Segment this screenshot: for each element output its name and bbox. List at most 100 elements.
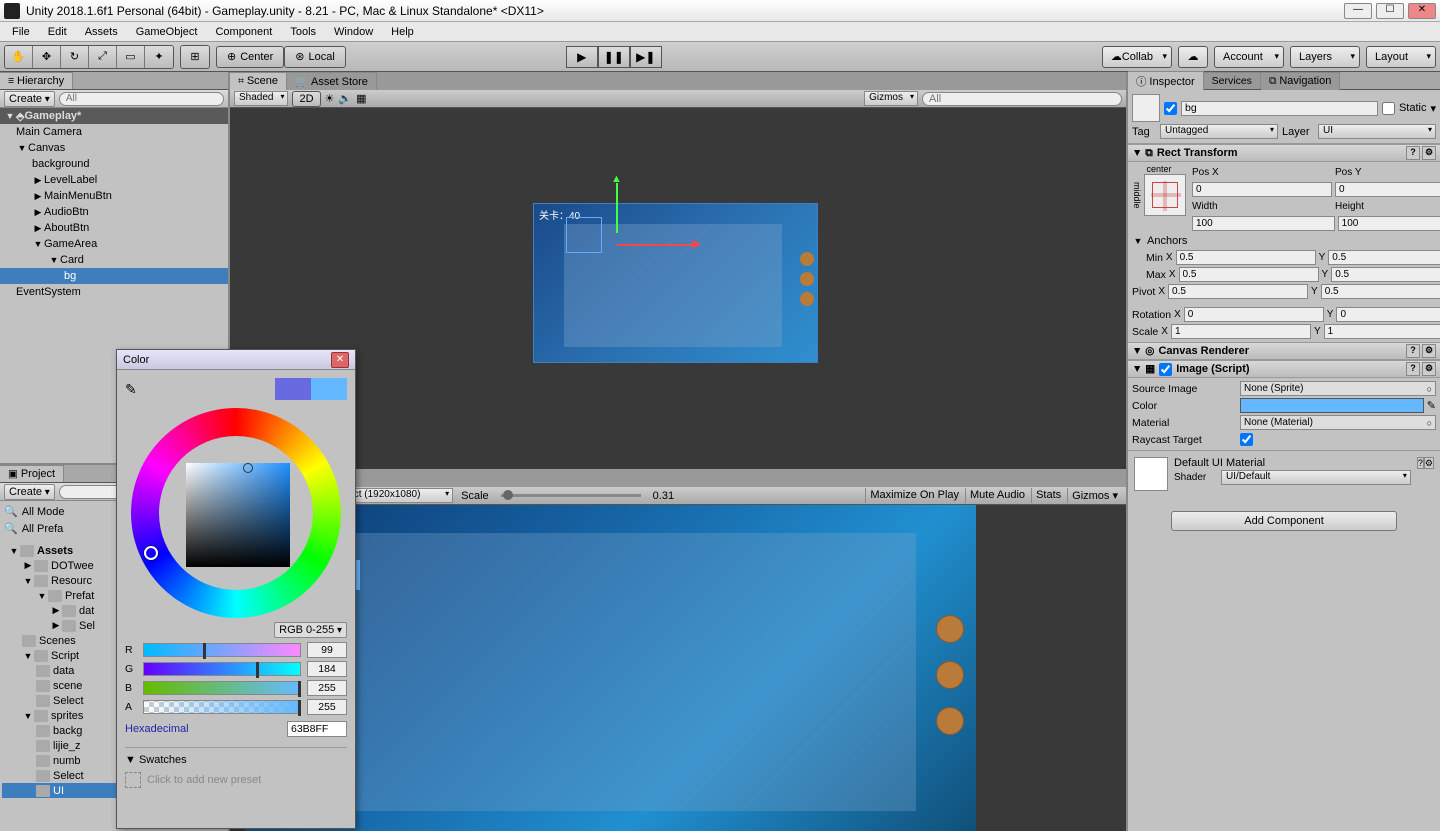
- tag-dropdown[interactable]: Untagged: [1160, 124, 1278, 139]
- minimize-button[interactable]: —: [1344, 3, 1372, 19]
- a-value[interactable]: [307, 699, 347, 715]
- r-slider[interactable]: [143, 643, 301, 657]
- light-icon[interactable]: ☀: [325, 92, 335, 105]
- color-picker-close[interactable]: ✕: [331, 352, 349, 368]
- rotate-tool[interactable]: ↻: [61, 46, 89, 68]
- height-field[interactable]: [1338, 216, 1440, 231]
- anchor-preset[interactable]: [1144, 174, 1186, 216]
- collab-dropdown[interactable]: ☁Collab: [1102, 46, 1172, 68]
- menu-file[interactable]: File: [6, 24, 36, 40]
- snap-tool[interactable]: ⊞: [181, 46, 209, 68]
- g-value[interactable]: [307, 661, 347, 677]
- hue-cursor[interactable]: [144, 546, 158, 560]
- mute-toggle[interactable]: Mute Audio: [965, 488, 1029, 503]
- hierarchy-search[interactable]: [59, 92, 224, 106]
- anchor-min-y[interactable]: [1328, 250, 1440, 265]
- audio-icon[interactable]: 🔊: [338, 92, 352, 105]
- scene-tab[interactable]: ⌗ Scene: [230, 72, 287, 90]
- layers-dropdown[interactable]: Layers: [1290, 46, 1360, 68]
- menu-component[interactable]: Component: [209, 24, 278, 40]
- inspector-tab[interactable]: ⓘ Inspector: [1128, 71, 1204, 91]
- scale-x[interactable]: [1171, 324, 1311, 339]
- help-icon[interactable]: ?: [1417, 457, 1424, 469]
- rotation-mode[interactable]: ⊛Local: [284, 46, 346, 68]
- x-axis-gizmo[interactable]: [617, 244, 693, 246]
- sv-cursor[interactable]: [243, 463, 253, 473]
- eyedropper-icon[interactable]: ✎: [1427, 399, 1436, 412]
- source-image-field[interactable]: None (Sprite): [1240, 381, 1436, 396]
- menu-tools[interactable]: Tools: [284, 24, 322, 40]
- menu-help[interactable]: Help: [385, 24, 420, 40]
- menu-gameobject[interactable]: GameObject: [130, 24, 204, 40]
- gear-icon[interactable]: ⚙: [1422, 362, 1436, 376]
- anchor-max-x[interactable]: [1179, 267, 1319, 282]
- hierarchy-item[interactable]: ▼Card: [0, 252, 228, 268]
- account-dropdown[interactable]: Account: [1214, 46, 1284, 68]
- posy-field[interactable]: [1335, 182, 1440, 197]
- asset-store-tab[interactable]: 🛒 Asset Store: [287, 72, 377, 90]
- pivot-mode[interactable]: ⊕Center: [216, 46, 284, 68]
- hierarchy-item[interactable]: EventSystem: [0, 284, 228, 300]
- add-component-button[interactable]: Add Component: [1171, 511, 1397, 531]
- hand-tool[interactable]: ✋: [5, 46, 33, 68]
- menu-assets[interactable]: Assets: [79, 24, 124, 40]
- maximize-button[interactable]: ☐: [1376, 3, 1404, 19]
- hierarchy-item-selected[interactable]: bg: [0, 268, 228, 284]
- rect-tool[interactable]: ▭: [117, 46, 145, 68]
- menu-edit[interactable]: Edit: [42, 24, 73, 40]
- scale-y[interactable]: [1324, 324, 1440, 339]
- layer-dropdown[interactable]: UI: [1318, 124, 1436, 139]
- pause-button[interactable]: ❚❚: [598, 46, 630, 68]
- help-icon[interactable]: ?: [1406, 344, 1420, 358]
- scale-slider[interactable]: [501, 494, 641, 497]
- move-tool[interactable]: ✥: [33, 46, 61, 68]
- game-gizmos-dropdown[interactable]: Gizmos ▾: [1067, 488, 1122, 503]
- color-field[interactable]: [1240, 398, 1424, 413]
- layout-dropdown[interactable]: Layout: [1366, 46, 1436, 68]
- anchor-max-y[interactable]: [1331, 267, 1440, 282]
- eyedropper-icon[interactable]: ✎: [125, 381, 137, 398]
- gameobject-icon[interactable]: [1132, 94, 1160, 122]
- active-checkbox[interactable]: [1164, 102, 1177, 115]
- anchor-min-x[interactable]: [1176, 250, 1316, 265]
- stats-toggle[interactable]: Stats: [1031, 488, 1065, 503]
- b-slider[interactable]: [143, 681, 301, 695]
- static-checkbox[interactable]: [1382, 102, 1395, 115]
- search-filter[interactable]: All Mode: [22, 506, 65, 518]
- pivot-x[interactable]: [1168, 284, 1308, 299]
- hierarchy-item[interactable]: ▶MainMenuBtn: [0, 188, 228, 204]
- shader-dropdown[interactable]: UI/Default: [1221, 470, 1411, 485]
- navigation-tab[interactable]: ⧉ Navigation: [1261, 72, 1340, 90]
- add-swatch-icon[interactable]: [125, 772, 141, 788]
- search-filter[interactable]: All Prefa: [22, 523, 64, 535]
- close-button[interactable]: ✕: [1408, 3, 1436, 19]
- hierarchy-item[interactable]: ▼Canvas: [0, 140, 228, 156]
- fx-icon[interactable]: ▦: [356, 92, 366, 105]
- hex-field[interactable]: [287, 721, 347, 737]
- project-tab[interactable]: ▣ Project: [0, 465, 64, 482]
- pivot-y[interactable]: [1321, 284, 1440, 299]
- hierarchy-item[interactable]: ▶AboutBtn: [0, 220, 228, 236]
- b-value[interactable]: [307, 680, 347, 696]
- selected-gizmo[interactable]: [566, 217, 602, 253]
- scene-search[interactable]: [922, 92, 1122, 106]
- color-mode-dropdown[interactable]: RGB 0-255 ▾: [274, 622, 347, 638]
- sv-box[interactable]: [186, 463, 290, 567]
- anchors-foldout[interactable]: Anchors: [1147, 235, 1187, 247]
- hierarchy-create[interactable]: Create ▾: [4, 91, 55, 107]
- hierarchy-item[interactable]: background: [0, 156, 228, 172]
- image-header[interactable]: ▼ ▦ Image (Script)?⚙: [1128, 361, 1440, 378]
- maximize-toggle[interactable]: Maximize On Play: [865, 488, 963, 503]
- help-icon[interactable]: ?: [1406, 146, 1420, 160]
- a-slider[interactable]: [143, 700, 301, 714]
- raycast-checkbox[interactable]: [1240, 433, 1253, 446]
- gear-icon[interactable]: ⚙: [1422, 146, 1436, 160]
- project-create[interactable]: Create ▾: [4, 484, 55, 500]
- shading-mode[interactable]: Shaded: [234, 91, 288, 106]
- g-slider[interactable]: [143, 662, 301, 676]
- rot-x[interactable]: [1184, 307, 1324, 322]
- swatches-foldout[interactable]: ▼ Swatches: [125, 754, 347, 766]
- transform-tool[interactable]: ✦: [145, 46, 173, 68]
- gear-icon[interactable]: ⚙: [1422, 344, 1436, 358]
- 2d-toggle[interactable]: 2D: [292, 91, 320, 107]
